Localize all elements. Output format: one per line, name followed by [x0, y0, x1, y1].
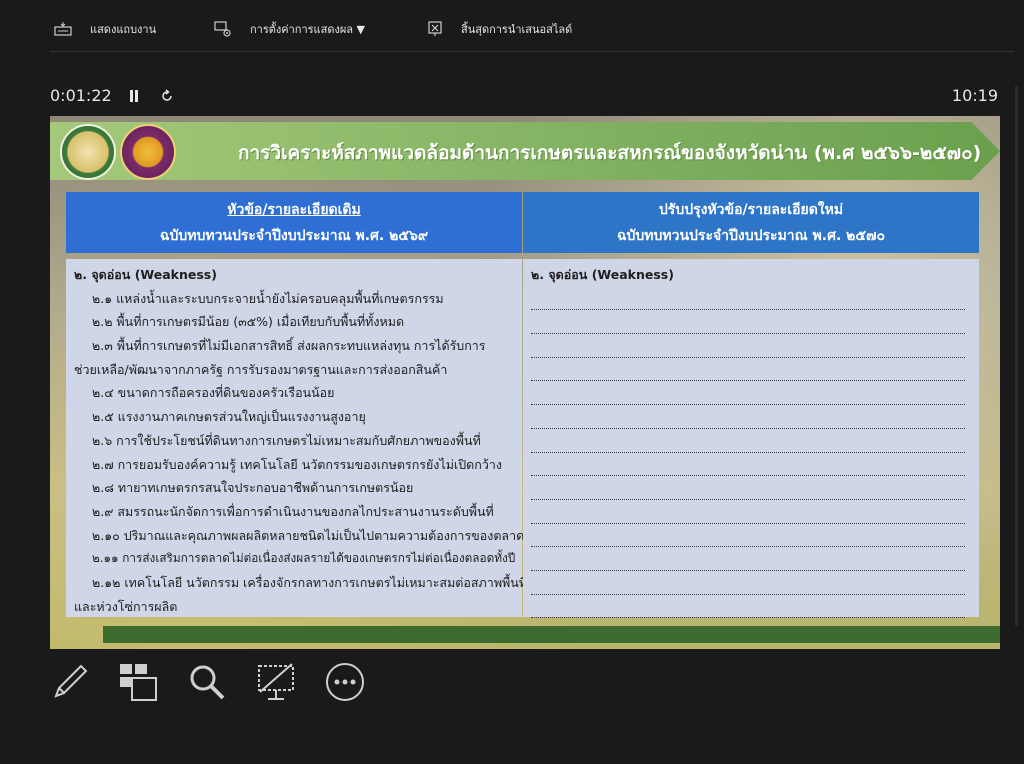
presenter-toolbar: แสดงแถบงาน การตั้งค่าการแสดงผล ▼ สิ้นสุด… — [0, 0, 1024, 52]
original-details-body: ๒. จุดอ่อน (Weakness) ๒.๑ แหล่งน้ำและระบ… — [66, 259, 528, 617]
original-details-header: หัวข้อ/รายละเอียดเดิม ฉบับทบทวนประจำปีงบ… — [66, 192, 522, 253]
blank-dotted-line — [531, 358, 965, 382]
blank-dotted-line — [531, 500, 965, 524]
slide-footer-bar — [103, 626, 1000, 643]
end-slideshow-label: สิ้นสุดการนำเสนอสไลด์ — [461, 23, 573, 36]
current-time: 10:19 — [951, 86, 998, 105]
black-screen-icon — [258, 663, 294, 700]
pen-tool-button[interactable] — [50, 662, 90, 702]
blank-dotted-line — [531, 571, 965, 595]
weakness-item: ๒.๔ ขนาดการถือครองที่ดินของครัวเรือนน้อย — [92, 385, 335, 401]
pause-button[interactable] — [124, 86, 144, 106]
blank-dotted-line — [531, 429, 965, 453]
see-all-slides-button[interactable] — [118, 662, 158, 702]
blank-dotted-line — [531, 310, 965, 335]
display-settings-icon — [214, 21, 231, 37]
blank-dotted-line — [531, 334, 965, 358]
revised-header-line2: ฉบับทบทวนประจำปีงบประมาณ พ.ศ. ๒๕๗๐ — [616, 227, 886, 244]
agriculture-logo — [60, 124, 116, 180]
weakness-item: ๒.๙ สมรรถนะนักจัดการเพื่อการดำเนินงานของ… — [92, 503, 494, 519]
blank-dotted-line — [531, 524, 965, 548]
weakness-item: ๒.๒ พื้นที่การเกษตรมีน้อย (๓๕%) เมื่อเที… — [92, 314, 405, 330]
weakness-item: ๒.๑ แหล่งน้ำและระบบกระจายน้ำยังไม่ครอบคล… — [92, 290, 444, 306]
current-slide[interactable]: การวิเคราะห์สภาพแวดล้อมด้านการเกษตรและสห… — [50, 116, 1000, 649]
blank-dotted-line — [531, 476, 965, 500]
display-settings-label: การตั้งค่าการแสดงผล ▼ — [250, 23, 366, 36]
blank-dotted-line — [531, 547, 965, 571]
weakness-heading: ๒. จุดอ่อน (Weakness) — [74, 267, 217, 282]
blank-dotted-line — [531, 453, 965, 477]
weakness-item-continued: ช่วยเหลือ/พัฒนาจากภาครัฐ การรับรองมาตรฐา… — [74, 361, 448, 377]
show-taskbar-label: แสดงแถบงาน — [90, 23, 157, 36]
toolbar-divider — [50, 51, 1014, 52]
restart-icon — [162, 89, 172, 101]
pen-icon — [54, 664, 88, 698]
original-header-line1: หัวข้อ/รายละเอียดเดิม — [227, 201, 361, 218]
slide-title: การวิเคราะห์สภาพแวดล้อมด้านการเกษตรและสห… — [238, 142, 982, 164]
original-header-line2: ฉบับทบทวนประจำปีงบประมาณ พ.ศ. ๒๕๖๙ — [159, 227, 429, 244]
revised-details-header: ปรับปรุงหัวข้อ/รายละเอียดใหม่ ฉบับทบทวนป… — [523, 192, 979, 253]
revised-details-body: ๒. จุดอ่อน (Weakness) — [523, 259, 979, 619]
weakness-item: ๒.๑๒ เทคโนโลยี นวัตกรรม เครื่องจักรกลทาง… — [92, 574, 528, 590]
taskbar-icon — [54, 22, 72, 36]
weakness-item: ๒.๑๑ การส่งเสริมการตลาดไม่ต่อเนื่องส่งผล… — [92, 551, 516, 566]
show-taskbar-button[interactable]: แสดงแถบงาน — [54, 18, 156, 40]
restart-timer-button[interactable] — [157, 86, 177, 106]
presenter-tools — [50, 662, 380, 706]
weakness-item: ๒.๘ ทายาทเกษตรกรสนใจประกอบอาชีพด้านการเก… — [92, 480, 414, 496]
zoom-icon — [190, 665, 225, 700]
weakness-item: ๒.๓ พื้นที่การเกษตรที่ไม่มีเอกสารสิทธิ์ … — [92, 338, 486, 354]
weakness-item: ๒.๕ แรงงานภาคเกษตรส่วนใหญ่เป็นแรงงานสูงอ… — [92, 409, 366, 425]
original-details-panel: หัวข้อ/รายละเอียดเดิม ฉบับทบทวนประจำปีงบ… — [66, 192, 528, 617]
weakness-item: ๒.๖ การใช้ประโยชน์ที่ดินทางการเกษตรไม่เห… — [92, 432, 481, 448]
revised-details-panel: ปรับปรุงหัวข้อ/รายละเอียดใหม่ ฉบับทบทวนป… — [523, 192, 979, 619]
elapsed-timer: 0:01:22 — [50, 86, 112, 105]
blank-dotted-line — [531, 381, 965, 406]
side-scrollbar[interactable] — [1015, 86, 1018, 626]
display-settings-button[interactable]: การตั้งค่าการแสดงผล ▼ — [214, 18, 365, 40]
zoom-button[interactable] — [187, 662, 227, 702]
blank-dotted-line — [531, 405, 965, 429]
blank-dotted-line — [531, 595, 965, 619]
see-all-slides-icon — [120, 664, 157, 701]
more-options-button[interactable] — [325, 662, 365, 702]
end-slideshow-button[interactable]: สิ้นสุดการนำเสนอสไลด์ — [427, 18, 572, 40]
province-seal-logo — [120, 124, 176, 180]
revised-weakness-heading: ๒. จุดอ่อน (Weakness) — [531, 267, 674, 282]
end-slideshow-icon — [428, 21, 442, 36]
black-screen-button[interactable] — [256, 662, 296, 702]
more-options-icon — [326, 663, 364, 701]
weakness-item: ๒.๗ การยอมรับองค์ความรู้ เทคโนโลยี นวัตก… — [92, 456, 502, 472]
weakness-item: ๒.๑๐ ปริมาณและคุณภาพผลผลิตหลายชนิดไม่เป็… — [92, 527, 525, 543]
blank-dotted-line — [531, 287, 965, 311]
weakness-item-continued: และห่วงโซ่การผลิต — [74, 598, 178, 614]
revised-header-line1: ปรับปรุงหัวข้อ/รายละเอียดใหม่ — [658, 201, 844, 218]
pause-icon — [130, 90, 138, 102]
